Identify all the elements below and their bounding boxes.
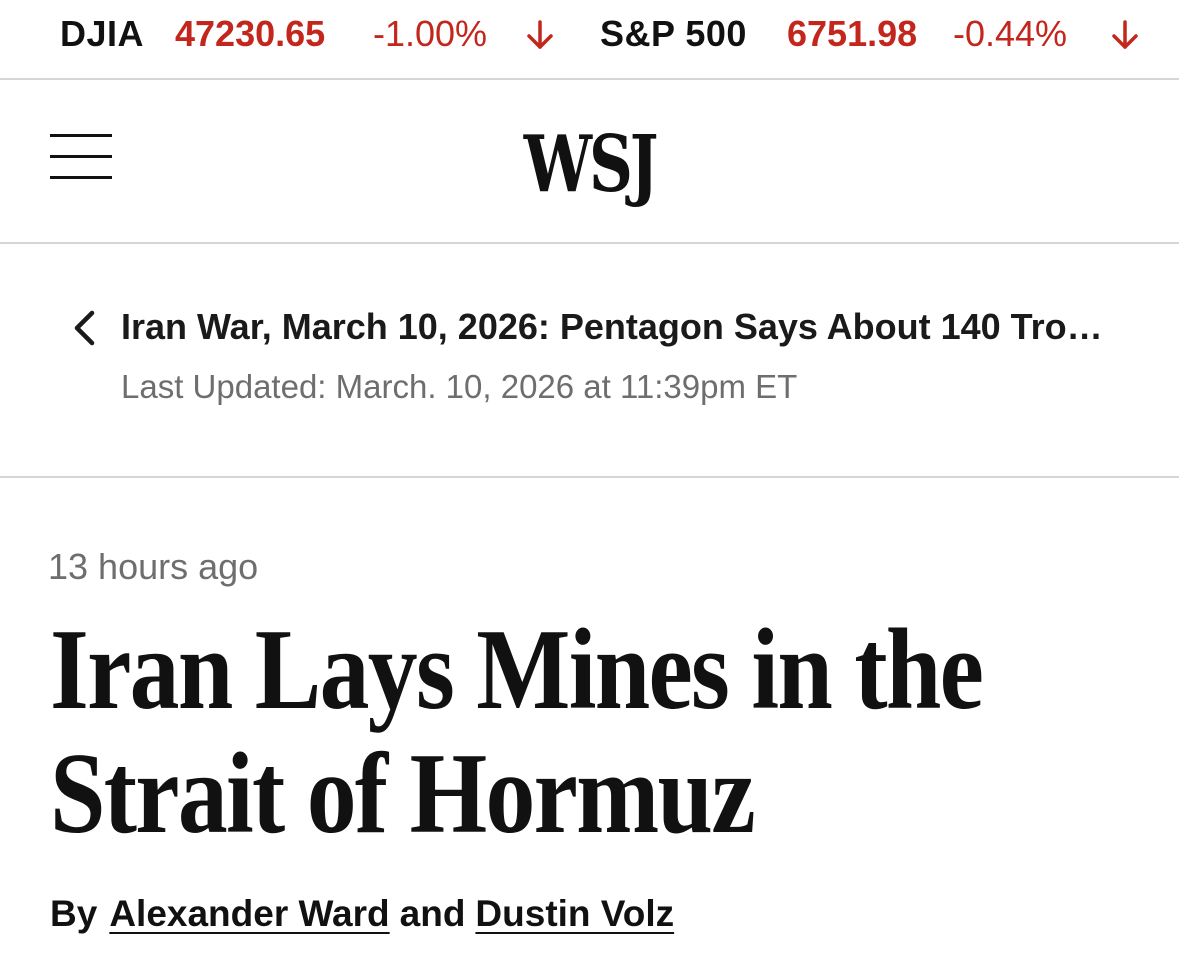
menu-line — [50, 176, 112, 179]
article-headline: Iran Lays Mines in the Strait of Hormuz — [50, 608, 996, 856]
ticker-name-djia[interactable]: DJIA — [60, 14, 144, 54]
arrow-down-icon — [527, 20, 553, 49]
arrow-down-icon — [1112, 20, 1138, 49]
ticker-value-sp500[interactable]: 6751.98 — [787, 14, 917, 54]
byline-prefix: By — [50, 893, 98, 934]
byline: By Alexander Ward and Dustin Volz — [50, 890, 674, 938]
menu-line — [50, 155, 112, 158]
headline-line-2: Strait of Hormuz — [50, 730, 756, 858]
headline-line-1: Iran Lays Mines in the — [50, 606, 984, 734]
market-ticker: DJIA 47230.65 -1.00% S&P 500 6751.98 -0.… — [0, 0, 1179, 80]
hamburger-menu-icon[interactable] — [50, 130, 112, 182]
author-link-dustin-volz[interactable]: Dustin Volz — [475, 893, 674, 934]
author-link-alexander-ward[interactable]: Alexander Ward — [109, 893, 389, 934]
ticker-change-djia[interactable]: -1.00% — [373, 14, 487, 54]
live-coverage-banner[interactable] — [0, 244, 1179, 478]
last-updated-text: Last Updated: March. 10, 2026 at 11:39pm… — [121, 368, 798, 405]
article-timestamp: 13 hours ago — [48, 546, 259, 587]
ticker-change-sp500[interactable]: -0.44% — [953, 14, 1067, 54]
menu-line — [50, 134, 112, 137]
ticker-value-djia[interactable]: 47230.65 — [175, 14, 325, 54]
live-coverage-title[interactable]: Iran War, March 10, 2026: Pentagon Says … — [121, 304, 1121, 350]
site-header: WSJ — [0, 80, 1179, 244]
ticker-name-sp500[interactable]: S&P 500 — [600, 14, 747, 54]
wsj-logo[interactable]: WSJ — [130, 120, 1050, 210]
chevron-left-icon[interactable] — [68, 308, 100, 348]
byline-joiner: and — [399, 893, 466, 934]
